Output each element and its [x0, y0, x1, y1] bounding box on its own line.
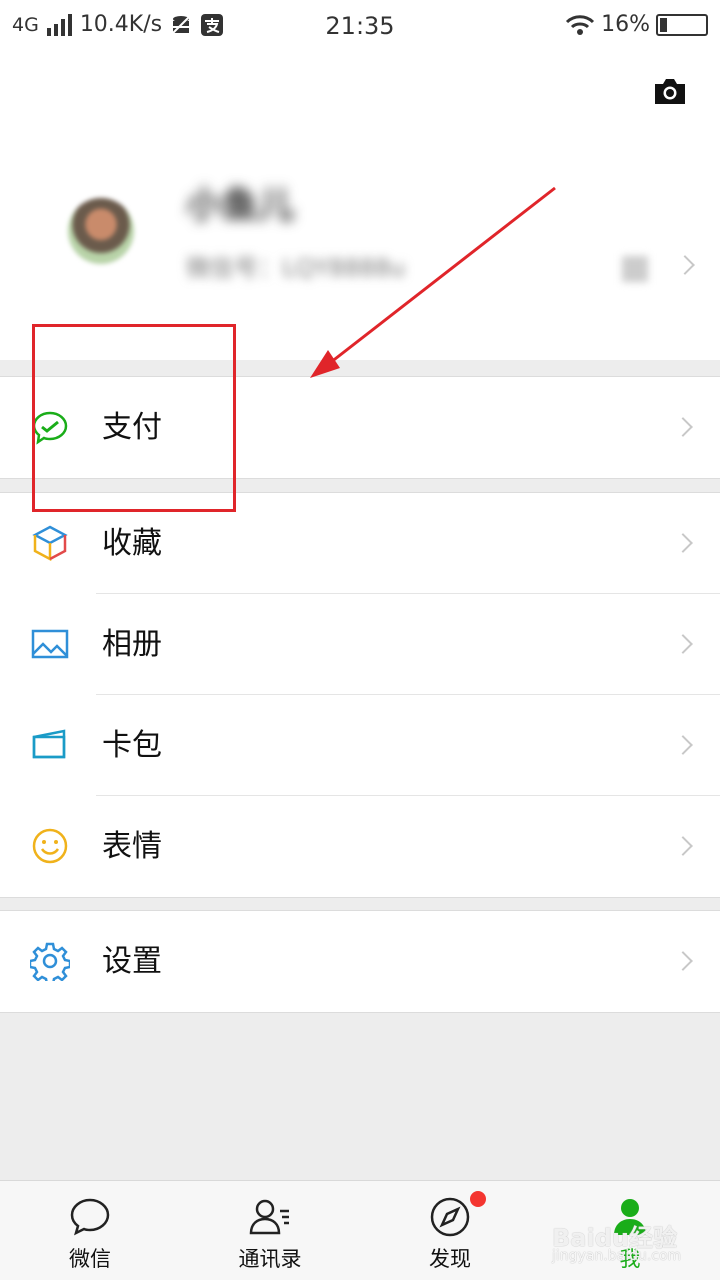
chevron-right-icon	[673, 735, 693, 755]
settings-group: 设置	[0, 910, 720, 1013]
chevron-right-icon	[675, 255, 695, 275]
status-bar: 4G 10.4K/s 21:35 16%	[0, 0, 720, 52]
tab-label: 微信	[69, 1247, 111, 1271]
profile-card[interactable]: 小鱼儿 微信号：LQY8888u	[0, 52, 720, 360]
menu-item-cards[interactable]: 卡包	[0, 695, 720, 796]
avatar[interactable]	[68, 198, 134, 264]
wechat-id: 微信号：LQY8888u	[186, 254, 406, 282]
chevron-right-icon	[673, 836, 693, 856]
chat-bubble-icon	[70, 1198, 110, 1236]
baidu-watermark-url: jingyan.baidu.com	[552, 1248, 682, 1264]
compass-icon	[430, 1197, 470, 1237]
chevron-right-icon	[673, 417, 693, 437]
tab-chats[interactable]: 微信	[0, 1181, 180, 1280]
favorites-cube-icon	[32, 525, 68, 562]
chevron-right-icon	[673, 634, 693, 654]
gear-icon	[30, 942, 70, 981]
menu-label-settings: 设置	[102, 944, 162, 979]
services-group: 收藏 相册 卡包 表情	[0, 492, 720, 898]
menu-label-album: 相册	[102, 627, 162, 662]
tab-discover[interactable]: 发现	[360, 1181, 540, 1280]
album-image-icon	[31, 629, 69, 659]
wifi-icon	[566, 14, 595, 35]
battery-percent: 16%	[601, 12, 650, 37]
contacts-icon	[249, 1199, 289, 1235]
notification-dot	[470, 1191, 486, 1207]
smiley-face-icon	[32, 828, 68, 864]
annotation-highlight-box	[32, 324, 236, 512]
chevron-right-icon	[673, 533, 693, 553]
card-wallet-icon	[32, 729, 66, 759]
tab-label: 发现	[429, 1247, 471, 1271]
menu-label-cards: 卡包	[102, 728, 162, 763]
menu-label-stickers: 表情	[102, 829, 162, 864]
menu-item-settings[interactable]: 设置	[0, 911, 720, 1012]
menu-item-album[interactable]: 相册	[0, 594, 720, 695]
profile-nickname: 小鱼儿	[186, 185, 295, 226]
tab-label: 通讯录	[238, 1247, 302, 1271]
status-right: 16%	[565, 12, 708, 37]
tab-contacts[interactable]: 通讯录	[180, 1181, 360, 1280]
qr-code-icon[interactable]	[622, 256, 648, 282]
battery-fill	[660, 17, 667, 32]
chevron-right-icon	[673, 951, 693, 971]
menu-item-stickers[interactable]: 表情	[0, 796, 720, 897]
battery-icon	[656, 13, 708, 36]
camera-icon[interactable]	[652, 76, 688, 106]
